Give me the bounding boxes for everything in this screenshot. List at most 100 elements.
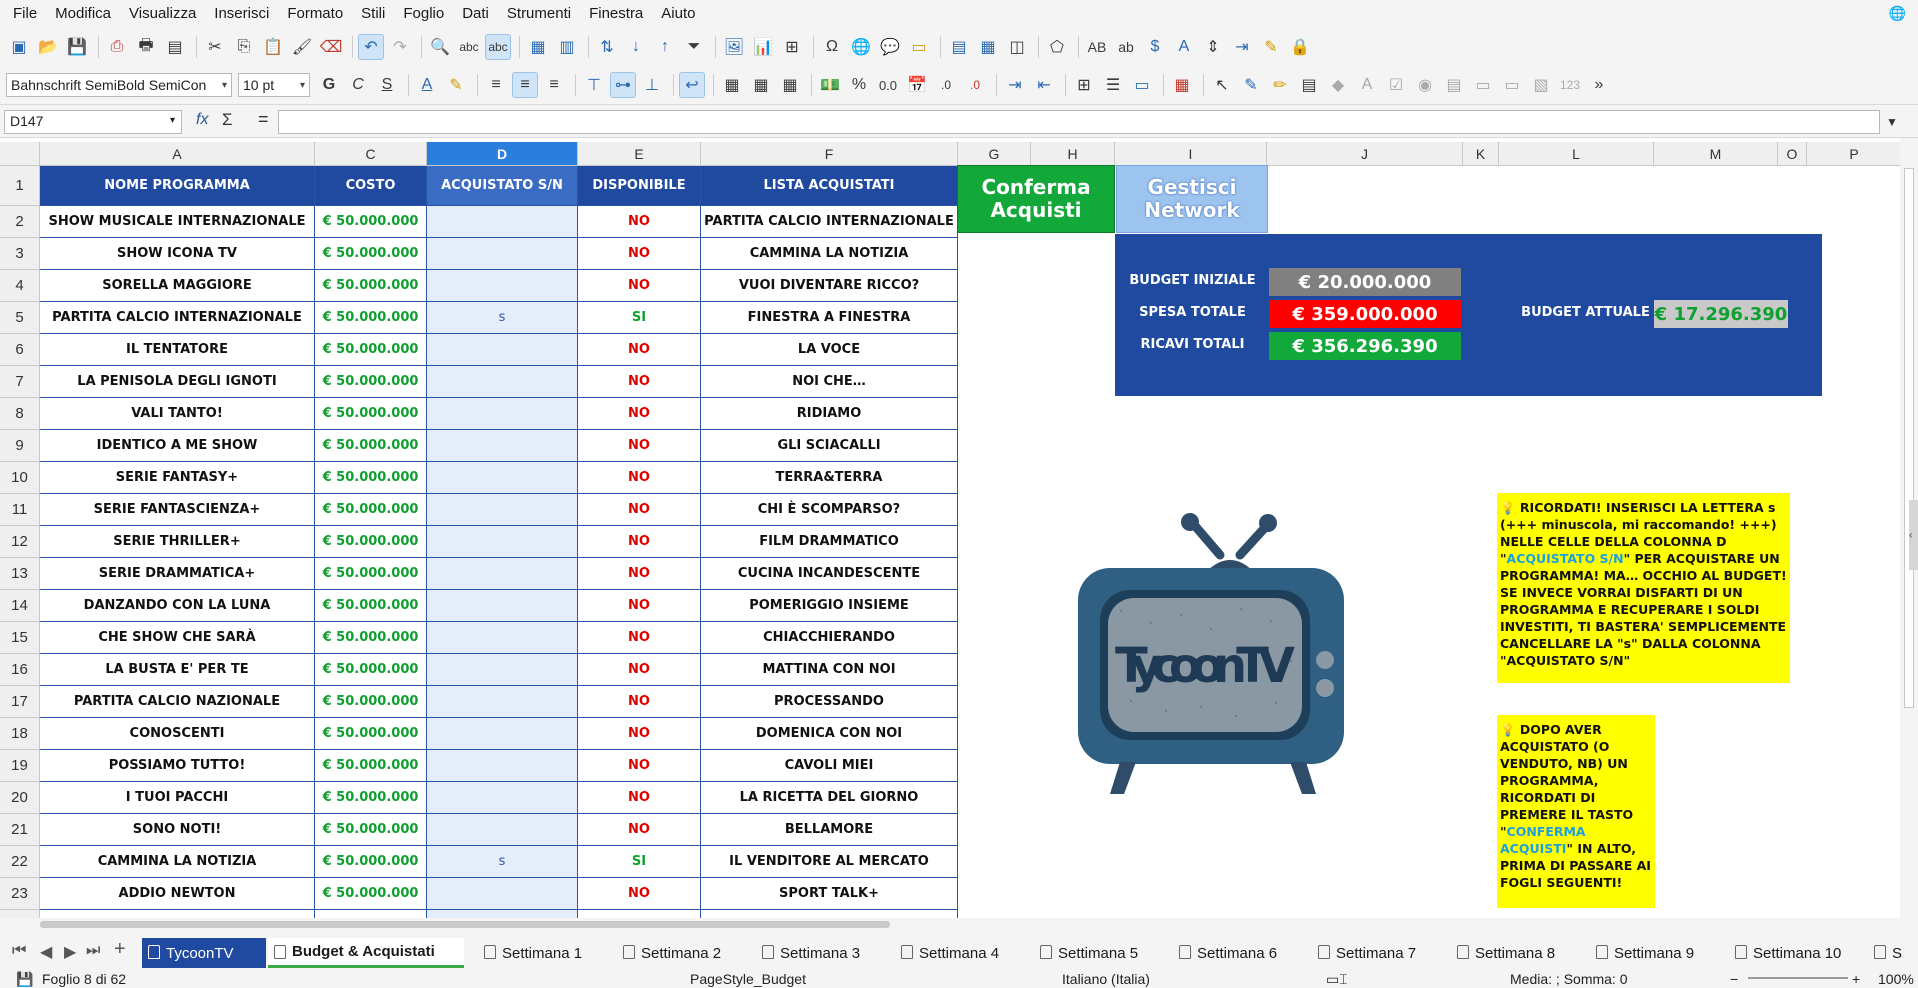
lista-acquistati-cell[interactable]: VUOI DIVENTARE RICCO? bbox=[701, 270, 958, 302]
border-style-icon[interactable]: ☰ bbox=[1100, 72, 1126, 98]
language-indicator[interactable]: Italiano (Italia) bbox=[1062, 971, 1150, 987]
row-header[interactable]: 19 bbox=[0, 750, 40, 782]
disponibile-cell[interactable] bbox=[578, 910, 701, 918]
lista-acquistati-cell[interactable] bbox=[701, 910, 958, 918]
bold-button[interactable]: G bbox=[316, 72, 342, 98]
more-options-icon[interactable]: » bbox=[1586, 72, 1612, 98]
acquistato-cell[interactable] bbox=[427, 430, 578, 462]
disponibile-cell[interactable]: NO bbox=[578, 718, 701, 750]
lowercase-icon[interactable]: ab bbox=[1113, 34, 1139, 60]
acquistato-cell[interactable] bbox=[427, 334, 578, 366]
column-title[interactable]: NOME PROGRAMMA bbox=[40, 166, 315, 206]
nome-programma-cell[interactable]: SONO NOTI! bbox=[40, 814, 315, 846]
row-header[interactable]: 4 bbox=[0, 270, 40, 302]
sheet-tab[interactable]: Settimana 3 bbox=[756, 938, 886, 968]
row-header[interactable] bbox=[0, 910, 40, 918]
row-header[interactable]: 22 bbox=[0, 846, 40, 878]
column-title[interactable]: ACQUISTATO S/N bbox=[427, 166, 578, 206]
align-bottom-icon[interactable]: ⊥ bbox=[639, 72, 665, 98]
protect-icon[interactable]: 🔒 bbox=[1287, 34, 1313, 60]
row-header[interactable]: 10 bbox=[0, 462, 40, 494]
next-sheet-icon[interactable]: ▶ bbox=[64, 942, 76, 962]
align-top-icon[interactable]: ⊤ bbox=[581, 72, 607, 98]
disponibile-cell[interactable]: NO bbox=[578, 654, 701, 686]
row-header[interactable]: 15 bbox=[0, 622, 40, 654]
costo-cell[interactable]: € 50.000.000 bbox=[315, 718, 427, 750]
costo-cell[interactable]: € 50.000.000 bbox=[315, 654, 427, 686]
disponibile-cell[interactable]: NO bbox=[578, 878, 701, 910]
print-preview-icon[interactable]: ▤ bbox=[162, 34, 188, 60]
superscript-icon[interactable]: A bbox=[1171, 34, 1197, 60]
menu-item[interactable]: Stili bbox=[352, 0, 394, 28]
font-color-icon[interactable]: A bbox=[414, 72, 440, 98]
nome-programma-cell[interactable]: VALI TANTO! bbox=[40, 398, 315, 430]
lista-acquistati-cell[interactable]: GLI SCIACALLI bbox=[701, 430, 958, 462]
selection-mode-icon[interactable]: ▭⌶ bbox=[1326, 971, 1348, 988]
sheet-tab[interactable]: S bbox=[1868, 938, 1908, 968]
column-header[interactable]: F bbox=[701, 142, 958, 166]
row-header[interactable]: 23 bbox=[0, 878, 40, 910]
costo-cell[interactable]: € 50.000.000 bbox=[315, 398, 427, 430]
selection-summary[interactable]: Media: ; Somma: 0 bbox=[1510, 971, 1628, 987]
sort-icon[interactable]: ⇅ bbox=[594, 34, 620, 60]
percent-format-button[interactable]: % bbox=[846, 72, 872, 98]
disponibile-cell[interactable]: NO bbox=[578, 462, 701, 494]
lista-acquistati-cell[interactable]: TERRA&TERRA bbox=[701, 462, 958, 494]
costo-cell[interactable]: € 50.000.000 bbox=[315, 878, 427, 910]
costo-cell[interactable]: € 50.000.000 bbox=[315, 558, 427, 590]
hyperlink-icon[interactable]: 🌐 bbox=[848, 34, 874, 60]
insert-image-icon[interactable]: 🖼 bbox=[721, 34, 747, 60]
column-header[interactable]: H bbox=[1031, 142, 1115, 166]
acquistato-cell[interactable] bbox=[427, 462, 578, 494]
column-header[interactable]: D bbox=[427, 142, 578, 166]
lista-acquistati-cell[interactable]: FINESTRA A FINESTRA bbox=[701, 302, 958, 334]
disponibile-cell[interactable]: NO bbox=[578, 782, 701, 814]
align-middle-icon[interactable]: ⊶ bbox=[610, 72, 636, 98]
costo-cell[interactable]: € 50.000.000 bbox=[315, 814, 427, 846]
disponibile-cell[interactable]: NO bbox=[578, 686, 701, 718]
chevron-left-icon[interactable]: ‹ bbox=[1909, 530, 1912, 541]
special-character-icon[interactable]: Ω bbox=[819, 34, 845, 60]
vertical-scroll-thumb[interactable] bbox=[1904, 168, 1914, 708]
acquistato-cell[interactable] bbox=[427, 782, 578, 814]
column-header[interactable]: O bbox=[1778, 142, 1807, 166]
nome-programma-cell[interactable]: SERIE THRILLER+ bbox=[40, 526, 315, 558]
zoom-slider[interactable] bbox=[1748, 977, 1848, 979]
border-color-icon[interactable]: ▭ bbox=[1129, 72, 1155, 98]
expand-formula-bar-icon[interactable]: ▼ bbox=[1886, 115, 1898, 129]
nome-programma-cell[interactable]: SHOW MUSICALE INTERNAZIONALE bbox=[40, 206, 315, 238]
align-right-icon[interactable]: ≡ bbox=[541, 72, 567, 98]
sheet-tab[interactable]: Settimana 8 bbox=[1451, 938, 1581, 968]
export-pdf-icon[interactable]: ⎙ bbox=[104, 34, 130, 60]
formula-icon[interactable]: = bbox=[258, 109, 269, 130]
zoom-in-icon[interactable]: + bbox=[1852, 971, 1860, 987]
drawing-icon[interactable]: ✏ bbox=[1267, 72, 1293, 98]
conditional-format-icon[interactable]: ▦ bbox=[1169, 72, 1195, 98]
costo-cell[interactable]: € 50.000.000 bbox=[315, 430, 427, 462]
costo-cell[interactable] bbox=[315, 910, 427, 918]
nome-programma-cell[interactable]: SERIE DRAMMATICA+ bbox=[40, 558, 315, 590]
nome-programma-cell[interactable]: ADDIO NEWTON bbox=[40, 878, 315, 910]
menu-item[interactable]: Foglio bbox=[394, 0, 453, 28]
borders-icon[interactable]: ⊞ bbox=[1071, 72, 1097, 98]
costo-cell[interactable]: € 50.000.000 bbox=[315, 782, 427, 814]
nome-programma-cell[interactable]: CAMMINA LA NOTIZIA bbox=[40, 846, 315, 878]
image-control-icon[interactable]: ▧ bbox=[1528, 72, 1554, 98]
previous-sheet-icon[interactable]: ◀ bbox=[40, 942, 52, 962]
column-header[interactable]: C bbox=[315, 142, 427, 166]
open-folder-icon[interactable]: 📂 bbox=[35, 34, 61, 60]
sort-ascending-icon[interactable]: ↓ bbox=[623, 34, 649, 60]
costo-cell[interactable]: € 50.000.000 bbox=[315, 302, 427, 334]
lista-acquistati-cell[interactable]: PARTITA CALCIO INTERNAZIONALE bbox=[701, 206, 958, 238]
row-header[interactable]: 3 bbox=[0, 238, 40, 270]
acquistato-cell[interactable] bbox=[427, 686, 578, 718]
disponibile-cell[interactable]: NO bbox=[578, 622, 701, 654]
column-header[interactable]: J bbox=[1267, 142, 1463, 166]
disponibile-cell[interactable]: NO bbox=[578, 558, 701, 590]
disponibile-cell[interactable]: SI bbox=[578, 302, 701, 334]
copy-icon[interactable]: ⎘ bbox=[231, 34, 257, 60]
column-header[interactable]: L bbox=[1499, 142, 1654, 166]
line-spacing-icon[interactable]: ⇕ bbox=[1200, 34, 1226, 60]
chevron-down-icon[interactable]: ▾ bbox=[170, 115, 175, 126]
costo-cell[interactable]: € 50.000.000 bbox=[315, 206, 427, 238]
